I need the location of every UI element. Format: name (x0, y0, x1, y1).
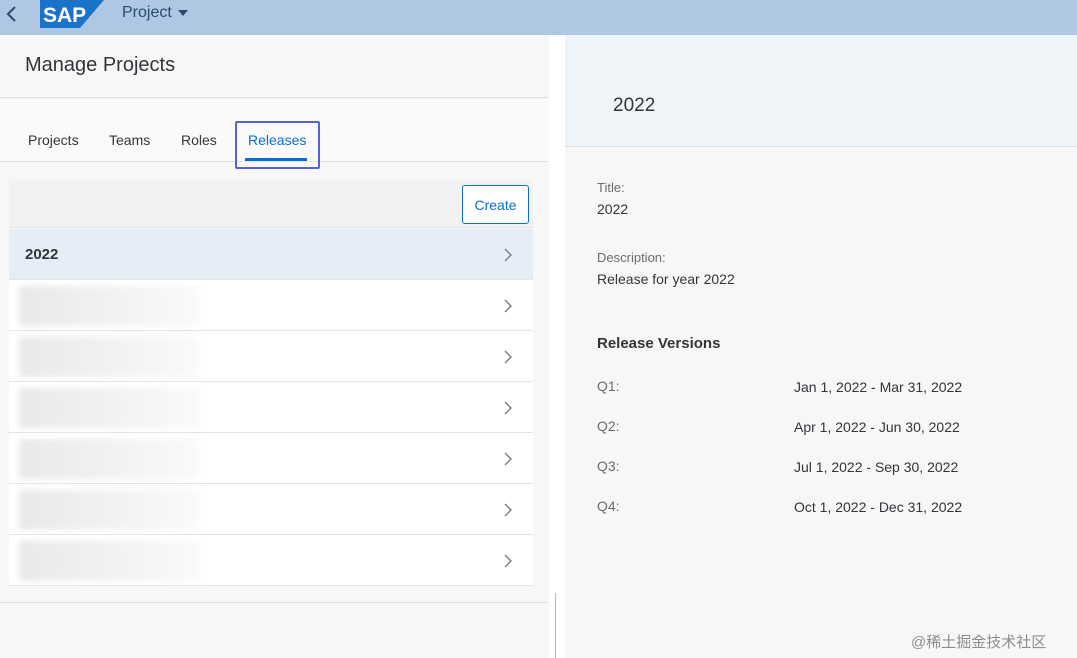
active-tab-indicator (245, 158, 307, 161)
list-item[interactable] (9, 535, 533, 586)
caret-down-icon (177, 10, 188, 16)
tab-bar: Projects Teams Roles Releases (0, 99, 549, 169)
list-toolbar: Create (9, 180, 533, 228)
release-list: 2022 (9, 229, 533, 586)
tab-releases[interactable]: Releases (248, 132, 306, 148)
description-label: Description: (597, 250, 666, 265)
list-item[interactable] (9, 331, 533, 382)
version-quarter-label: Q3: (597, 458, 620, 474)
list-item[interactable] (9, 382, 533, 433)
back-arrow-icon[interactable] (4, 3, 20, 25)
master-pane: Manage Projects Projects Teams Roles Rel… (0, 35, 549, 658)
blurred-label (19, 388, 199, 428)
version-date-range: Oct 1, 2022 - Dec 31, 2022 (794, 499, 963, 515)
chevron-right-icon (504, 350, 512, 364)
version-date-range: Jul 1, 2022 - Sep 30, 2022 (794, 459, 959, 475)
description-value: Release for year 2022 (597, 271, 735, 287)
splitter-grip[interactable] (555, 593, 556, 658)
list-item-label: 2022 (25, 246, 59, 263)
version-date-range: Jan 1, 2022 - Mar 31, 2022 (794, 379, 963, 395)
sap-logo: SAP (40, 0, 104, 28)
sap-logo-text: SAP (43, 4, 86, 27)
detail-pane: 2022 Title: 2022 Description: Release fo… (565, 35, 1077, 658)
watermark-text: @稀土掘金技术社区 (911, 634, 1047, 651)
page-title: Manage Projects (25, 54, 176, 76)
shell-bar: SAP Project (0, 0, 1077, 35)
tab-projects[interactable]: Projects (28, 132, 79, 148)
chevron-right-icon (504, 503, 512, 517)
blurred-label (19, 490, 199, 530)
version-quarter-label: Q4: (597, 498, 620, 514)
list-item[interactable] (9, 280, 533, 331)
detail-title: 2022 (613, 95, 656, 116)
version-quarter-label: Q1: (597, 378, 620, 394)
title-label: Title: (597, 180, 625, 195)
chevron-right-icon (504, 299, 512, 313)
blurred-label (19, 286, 199, 326)
app-title: Project (122, 4, 172, 21)
list-item-2022[interactable]: 2022 (9, 229, 533, 280)
chevron-right-icon (504, 401, 512, 415)
chevron-right-icon (504, 248, 512, 262)
version-date-range: Apr 1, 2022 - Jun 30, 2022 (794, 419, 960, 435)
blurred-label (19, 439, 199, 479)
detail-header: 2022 (565, 35, 1077, 147)
chevron-right-icon (504, 554, 512, 568)
list-item[interactable] (9, 433, 533, 484)
chevron-right-icon (504, 452, 512, 466)
release-versions-heading: Release Versions (597, 335, 721, 352)
version-quarter-label: Q2: (597, 418, 620, 434)
blurred-label (19, 541, 199, 581)
master-footer-divider (0, 602, 549, 603)
pane-splitter[interactable] (549, 35, 565, 658)
tab-roles[interactable]: Roles (181, 132, 217, 148)
create-button[interactable]: Create (462, 185, 529, 224)
app-title-menu[interactable]: Project (122, 4, 189, 22)
master-header: Manage Projects (0, 35, 549, 98)
title-value: 2022 (597, 201, 629, 217)
tab-teams[interactable]: Teams (109, 132, 150, 148)
list-item[interactable] (9, 484, 533, 535)
blurred-label (19, 337, 199, 377)
